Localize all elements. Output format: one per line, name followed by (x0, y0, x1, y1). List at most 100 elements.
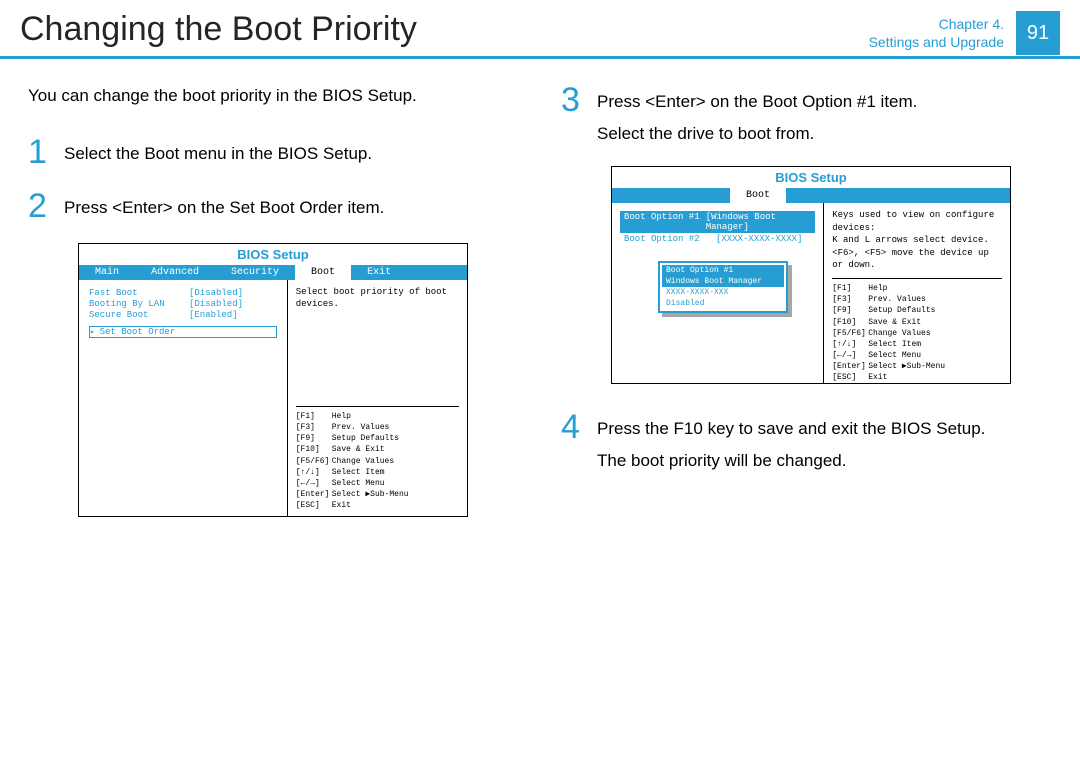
k: [Enter] (832, 361, 868, 372)
t: menu in the BIOS Setup. (179, 144, 372, 163)
bios-tab-advanced: Advanced (135, 265, 215, 280)
k: [↑/↓] (296, 467, 332, 478)
t: Select the (64, 144, 144, 163)
k: Save & Exit (868, 317, 1002, 328)
intro-text: You can change the boot priority in the … (28, 83, 519, 109)
k: Select Menu (868, 350, 1002, 361)
bios-title: BIOS Setup (79, 244, 467, 265)
label: Secure Boot (89, 310, 189, 320)
k: [F9] (296, 433, 332, 444)
value: [Enabled] (189, 310, 238, 320)
bios-tab-boot: Boot (295, 265, 351, 280)
step-1: 1 Select the Boot menu in the BIOS Setup… (28, 135, 519, 169)
step-text: Press <Enter> on the Set Boot Order item… (64, 189, 384, 223)
boot-option-1: Boot Option #1 [Windows Boot Manager] (620, 211, 815, 233)
step-number: 2 (28, 189, 50, 223)
chapter-line-2: Settings and Upgrade (869, 33, 1004, 51)
k: Select Menu (332, 478, 459, 489)
value: [Disabled] (189, 299, 243, 309)
bios-body: Boot Option #1 [Windows Boot Manager] Bo… (612, 203, 1010, 383)
bios-help-text: Keys used to view on configure devices: … (832, 209, 1002, 272)
t: Press <Enter> on the (64, 198, 229, 217)
step-number: 3 (561, 83, 583, 146)
header-right: Chapter 4. Settings and Upgrade 91 (869, 10, 1060, 56)
right-column: 3 Press <Enter> on the Boot Option #1 it… (561, 83, 1052, 517)
t: The boot priority will be changed. (597, 448, 985, 474)
setting-booting-by-lan: Booting By LAN [Disabled] (89, 299, 277, 309)
k: Help (332, 411, 459, 422)
bios-screenshot-1: BIOS Setup Main Advanced Security Boot E… (78, 243, 468, 517)
popup-item-xxxx: XXXX-XXXX-XXX (662, 287, 784, 298)
boot-option-2: Boot Option #2 [XXXX-XXXX-XXXX] (620, 233, 815, 245)
bios-tabs: Main Advanced Security Boot Exit (79, 265, 467, 280)
bios-help-keys-block: [F1]Help [F3]Prev. Values [F9]Setup Defa… (832, 276, 1002, 384)
setting-secure-boot: Secure Boot [Enabled] (89, 310, 277, 320)
k: Exit (332, 500, 459, 511)
setting-set-boot-order: Set Boot Order (89, 326, 277, 338)
chapter-line-1: Chapter 4. (869, 15, 1004, 33)
bios-title: BIOS Setup (612, 167, 1010, 188)
k: [F1] (296, 411, 332, 422)
k: Exit (868, 372, 1002, 383)
page-title: Changing the Boot Priority (20, 10, 869, 49)
k: [F3] (832, 294, 868, 305)
step-text: Press <Enter> on the Boot Option #1 item… (597, 83, 917, 146)
popup-item-disabled: Disabled (662, 298, 784, 309)
k: Select Item (332, 467, 459, 478)
bios-left-pane: Fast Boot [Disabled] Booting By LAN [Dis… (79, 280, 287, 516)
label: Boot Option #2 (624, 234, 716, 244)
k: Help (868, 283, 1002, 294)
keyword-set-boot-order: Set Boot Order (229, 198, 342, 217)
value: [Windows Boot Manager] (706, 212, 812, 232)
bios-right-pane: Keys used to view on configure devices: … (823, 203, 1010, 383)
setting-fast-boot: Fast Boot [Disabled] (89, 288, 277, 298)
k: [←/→] (296, 478, 332, 489)
bios-right-pane: Select boot priority of boot devices. [F… (287, 280, 467, 516)
k: Prev. Values (868, 294, 1002, 305)
k: Save & Exit (332, 444, 459, 455)
page-number-badge: 91 (1016, 11, 1060, 55)
k: Change Values (332, 456, 459, 467)
step-number: 4 (561, 410, 583, 473)
step-4: 4 Press the F10 key to save and exit the… (561, 410, 1052, 473)
bios-body: Fast Boot [Disabled] Booting By LAN [Dis… (79, 280, 467, 516)
popup-item-windows-boot-manager: Windows Boot Manager (662, 276, 784, 287)
t: Press the (597, 419, 674, 438)
divider (832, 278, 1002, 279)
bios-help-keys: [F1]Help [F3]Prev. Values [F9]Setup Defa… (832, 283, 1002, 384)
page-header: Changing the Boot Priority Chapter 4. Se… (0, 0, 1080, 59)
step-number: 1 (28, 135, 50, 169)
bios-screenshot-2: BIOS Setup Boot Boot Option #1 [Windows … (611, 166, 1011, 384)
k: [↑/↓] (832, 339, 868, 350)
k: Select ▶Sub-Menu (868, 361, 1002, 372)
step-2: 2 Press <Enter> on the Set Boot Order it… (28, 189, 519, 223)
k: Setup Defaults (332, 433, 459, 444)
bios-tab-boot: Boot (730, 188, 786, 203)
label: Set Boot Order (90, 327, 190, 337)
bios-tab-main: Main (79, 265, 135, 280)
content-columns: You can change the boot priority in the … (0, 59, 1080, 517)
bios-help-keys: [F1]Help [F3]Prev. Values [F9]Setup Defa… (296, 411, 459, 512)
value: [Disabled] (189, 288, 243, 298)
label: Fast Boot (89, 288, 189, 298)
t: item. (876, 92, 918, 111)
k: [Enter] (296, 489, 332, 500)
k: [ESC] (296, 500, 332, 511)
divider (296, 406, 459, 407)
bios-tab-security: Security (215, 265, 295, 280)
value: [XXXX-XXXX-XXXX] (716, 234, 802, 244)
chapter-label: Chapter 4. Settings and Upgrade (869, 15, 1004, 51)
bios-left-pane: Boot Option #1 [Windows Boot Manager] Bo… (612, 203, 823, 383)
keyword-f10: F10 (674, 419, 703, 438)
k: [←/→] (832, 350, 868, 361)
bios-tabs: Boot (612, 188, 1010, 203)
k: Prev. Values (332, 422, 459, 433)
bios-help-keys-block: [F1]Help [F3]Prev. Values [F9]Setup Defa… (296, 404, 459, 512)
t: item. (343, 198, 385, 217)
k: [F1] (832, 283, 868, 294)
bios-tab-exit: Exit (351, 265, 407, 280)
keyword-boot-option-1: Boot Option #1 (762, 92, 875, 111)
k: [ESC] (832, 372, 868, 383)
step-3: 3 Press <Enter> on the Boot Option #1 it… (561, 83, 1052, 146)
t: key to save and exit the BIOS Setup. (703, 419, 986, 438)
